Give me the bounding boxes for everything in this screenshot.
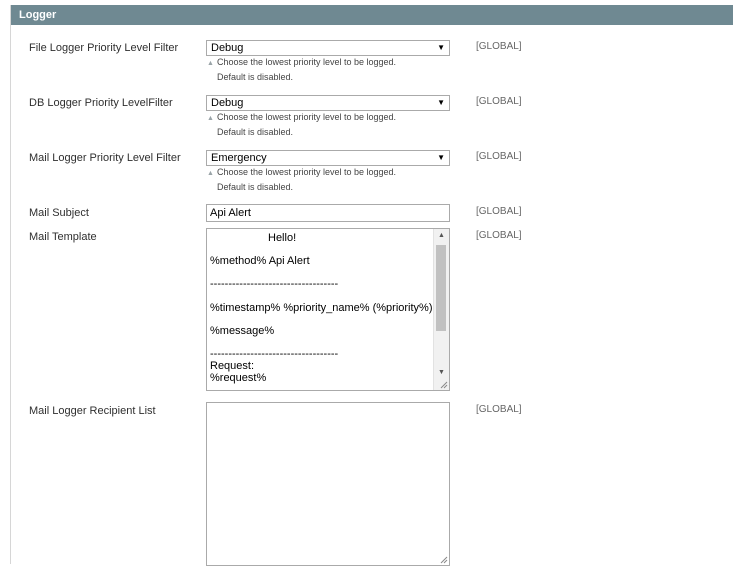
mail-logger-value: Emergency	[211, 152, 267, 164]
chevron-down-icon: ▼	[437, 153, 445, 162]
db-logger-note-line1: Choose the lowest priority level to be l…	[216, 112, 397, 122]
mail-subject-value: Api Alert	[210, 207, 251, 219]
triangle-up-icon: ▲	[207, 115, 214, 122]
mail-template-textarea[interactable]: Hello! %method% Api Alert --------------…	[206, 228, 450, 391]
template-line: %request%	[210, 372, 267, 384]
resize-grip-icon[interactable]	[440, 381, 448, 389]
template-line: %message%	[210, 325, 275, 337]
triangle-up-icon: ▲	[207, 170, 214, 177]
mail-logger-select[interactable]: Emergency ▼	[206, 150, 450, 166]
scroll-up-arrow-icon[interactable]: ▲	[434, 229, 449, 243]
template-line: %timestamp% %priority_name% (%priority%)…	[210, 302, 436, 314]
scroll-down-arrow-icon[interactable]: ▼	[434, 366, 449, 380]
mail-logger-scope: [GLOBAL]	[476, 151, 522, 162]
file-logger-label: File Logger Priority Level Filter	[29, 42, 179, 54]
mail-logger-note-line1: Choose the lowest priority level to be l…	[216, 167, 397, 177]
template-line: Hello!	[268, 232, 297, 244]
mail-template-scope: [GLOBAL]	[476, 230, 522, 241]
template-line: %method% Api Alert	[210, 255, 310, 267]
triangle-up-icon: ▲	[207, 60, 214, 67]
db-logger-scope: [GLOBAL]	[476, 96, 522, 107]
recipient-list-textarea[interactable]	[206, 402, 450, 566]
mail-logger-note: ▲ Choose the lowest priority level to be …	[207, 165, 396, 181]
section-header[interactable]: Logger	[11, 5, 733, 25]
template-scrollbar[interactable]: ▲ ▼	[433, 229, 449, 390]
scrollbar-thumb[interactable]	[436, 245, 446, 331]
file-logger-value: Debug	[211, 42, 244, 54]
file-logger-select[interactable]: Debug ▼	[206, 40, 450, 56]
db-logger-label: DB Logger Priority LevelFilter	[29, 97, 173, 109]
mail-subject-scope: [GLOBAL]	[476, 206, 522, 217]
chevron-down-icon: ▼	[437, 43, 445, 52]
file-logger-note-line1: Choose the lowest priority level to be l…	[216, 57, 397, 67]
mail-logger-note-line2: Default is disabled.	[217, 182, 294, 192]
db-logger-select[interactable]: Debug ▼	[206, 95, 450, 111]
resize-grip-icon[interactable]	[440, 556, 448, 564]
db-logger-note-line2: Default is disabled.	[217, 127, 294, 137]
mail-template-label: Mail Template	[29, 231, 97, 243]
template-line: -----------------------------------	[210, 278, 339, 290]
db-logger-value: Debug	[211, 97, 244, 109]
recipient-list-scope: [GLOBAL]	[476, 404, 522, 415]
file-logger-note: ▲ Choose the lowest priority level to be …	[207, 55, 396, 71]
mail-logger-label: Mail Logger Priority Level Filter	[29, 152, 181, 164]
file-logger-note-line2: Default is disabled.	[217, 72, 294, 82]
logger-section: Logger File Logger Priority Level Filter…	[10, 5, 733, 566]
recipient-list-label: Mail Logger Recipient List	[29, 405, 156, 417]
chevron-down-icon: ▼	[437, 98, 445, 107]
mail-subject-input[interactable]: Api Alert	[206, 204, 450, 222]
file-logger-scope: [GLOBAL]	[476, 41, 522, 52]
db-logger-note: ▲ Choose the lowest priority level to be …	[207, 110, 396, 126]
mail-subject-label: Mail Subject	[29, 207, 89, 219]
